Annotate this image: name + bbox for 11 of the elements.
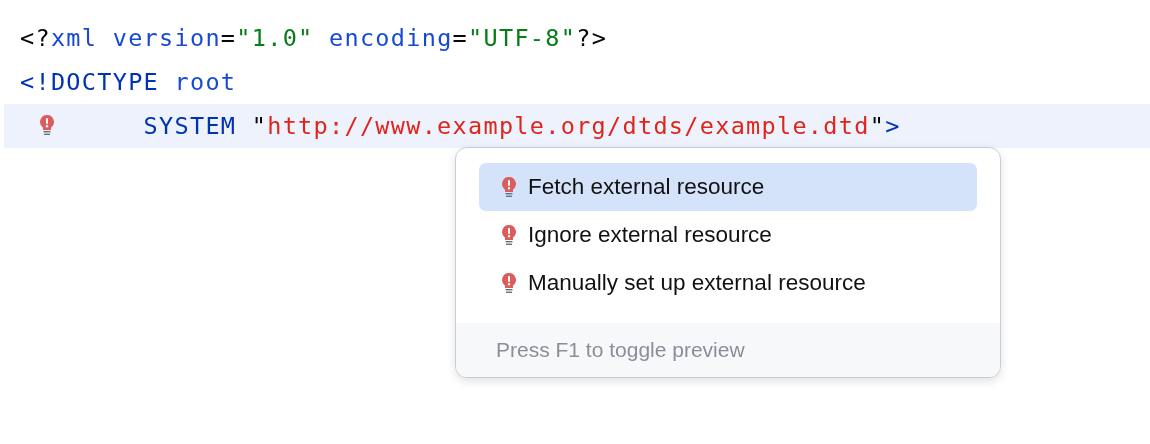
code-line: SYSTEM "http://www.example.org/dtds/example.dtd">: [143, 112, 901, 140]
code-line: <!DOCTYPE root: [20, 68, 237, 96]
lightbulb-icon: [501, 272, 517, 294]
lightbulb-icon: [501, 176, 517, 198]
hint-text: Press F1 to toggle preview: [496, 338, 745, 362]
menu-item[interactable]: Manually set up external resource: [479, 259, 977, 307]
menu-item[interactable]: Ignore external resource: [479, 211, 977, 259]
lightbulb-icon[interactable]: [39, 114, 55, 136]
menu-item[interactable]: Fetch external resource: [479, 163, 977, 211]
code-line: <?xml version="1.0" encoding="UTF-8"?>: [20, 24, 608, 52]
lightbulb-icon: [501, 224, 517, 246]
